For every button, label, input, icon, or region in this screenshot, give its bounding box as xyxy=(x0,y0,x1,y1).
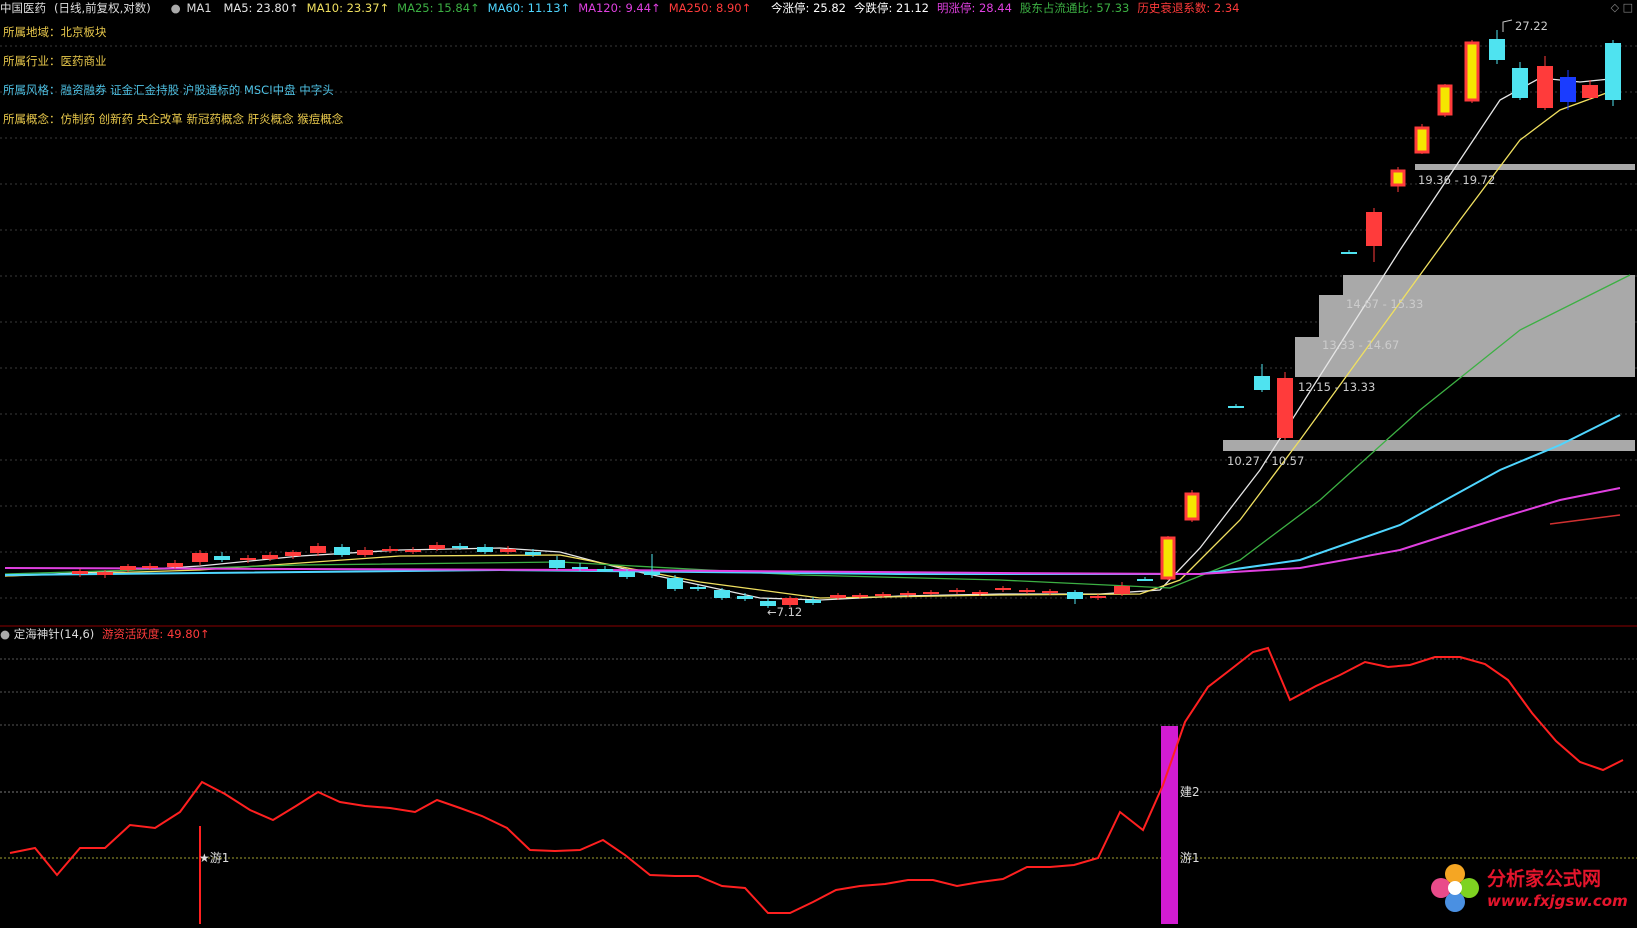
candle xyxy=(334,544,350,557)
indicator-toggle-icon[interactable]: ● xyxy=(0,627,10,641)
candle xyxy=(923,590,939,595)
candle xyxy=(1114,582,1130,596)
activity-line xyxy=(9,646,1624,914)
candle xyxy=(1489,30,1505,64)
flower-logo-icon xyxy=(1431,864,1479,912)
marker-star: ★游1 xyxy=(199,851,229,865)
marker-you: 游1 xyxy=(1180,851,1200,865)
candle xyxy=(1067,590,1083,604)
candle xyxy=(1184,490,1200,522)
candle xyxy=(995,586,1011,592)
zone-label-4: 14.67 - 15.33 xyxy=(1346,297,1423,311)
candle xyxy=(1228,404,1244,408)
candle xyxy=(667,575,683,591)
candle xyxy=(1137,577,1153,581)
candle xyxy=(1605,40,1621,106)
candle xyxy=(214,552,230,562)
candle xyxy=(1464,40,1480,103)
candle xyxy=(1019,588,1035,594)
candle xyxy=(949,588,965,594)
candle xyxy=(1537,56,1553,110)
candle xyxy=(644,554,660,578)
candle xyxy=(1277,372,1293,440)
candle xyxy=(1366,208,1382,262)
zone-label-5: 19.36 - 19.72 xyxy=(1418,173,1495,187)
candle xyxy=(1512,62,1528,100)
logo-url[interactable]: www.fxjgsw.com xyxy=(1487,892,1628,910)
indicator-markers: ★游1 建2 游1 xyxy=(199,785,1200,865)
candle xyxy=(549,556,565,570)
zone-label-3: 13.33 - 14.67 xyxy=(1322,338,1399,352)
volume-spike-bar xyxy=(1161,726,1178,924)
site-logo: 分析家公式网 www.fxjgsw.com xyxy=(1427,860,1628,920)
candle xyxy=(1390,167,1406,192)
candle xyxy=(1341,250,1357,254)
candle xyxy=(1160,536,1176,580)
indicator-name[interactable]: 定海神针(14,6) xyxy=(14,627,95,641)
indicator-value: 游资活跃度: 49.80↑ xyxy=(101,627,210,641)
zone-label-1: 10.27 - 10.57 xyxy=(1227,454,1304,468)
marker-jian: 建2 xyxy=(1180,785,1200,799)
kline-chart[interactable]: 27.22 ←7.12 10.27 - 10.57 12.15 - 13.33 … xyxy=(0,0,1637,928)
candle xyxy=(1437,84,1453,117)
zone-label-2: 12.15 - 13.33 xyxy=(1298,380,1375,394)
candle xyxy=(1414,124,1430,154)
logo-name: 分析家公式网 xyxy=(1487,868,1602,890)
candle xyxy=(405,547,421,554)
candle xyxy=(1582,80,1598,100)
candle xyxy=(500,546,516,554)
high-price-label: 27.22 xyxy=(1515,19,1548,33)
indicator-header: ● 定海神针(14,6) 游资活跃度: 49.80↑ xyxy=(0,626,210,642)
candle xyxy=(72,569,88,577)
candle xyxy=(357,547,373,557)
indicator-grid xyxy=(0,658,1637,859)
candle xyxy=(1560,70,1576,110)
low-price-label: ←7.12 xyxy=(767,605,802,619)
